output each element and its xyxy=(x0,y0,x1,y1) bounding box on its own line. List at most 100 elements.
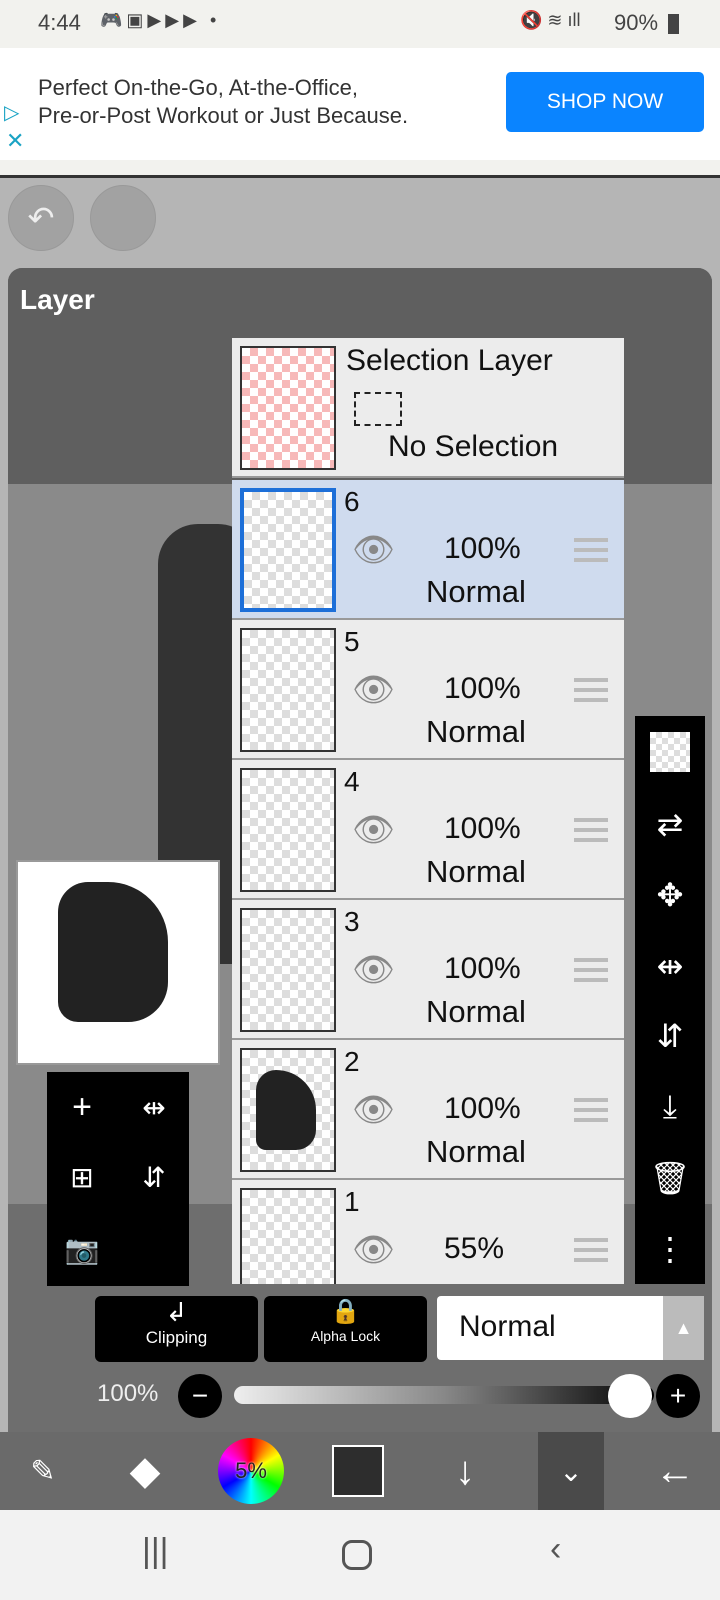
back-arrow-icon[interactable]: ← xyxy=(640,1432,710,1510)
add-layer-icon[interactable]: + xyxy=(47,1072,117,1142)
redo-button[interactable] xyxy=(90,185,156,251)
drag-handle-icon[interactable] xyxy=(574,1238,608,1266)
signal-icons: 🔇 ≋ ıll xyxy=(520,10,581,30)
battery-level: 90% xyxy=(614,10,659,35)
notification-icons: 🎮▣▶▶▶ • xyxy=(100,10,221,30)
collapse-icon[interactable]: ⌄ xyxy=(538,1432,604,1510)
camera-icon[interactable]: 📷 xyxy=(47,1214,117,1284)
layer-blend-mode: Normal xyxy=(426,854,526,889)
move-icon[interactable]: ✥ xyxy=(657,876,684,914)
layer-thumbnail xyxy=(240,488,336,612)
undo-button[interactable]: ↶ xyxy=(8,185,74,251)
blend-mode-select[interactable]: Normal ▲ xyxy=(437,1296,704,1360)
flip-horizontal-icon[interactable]: ⇹ xyxy=(119,1072,189,1142)
visibility-eye-icon[interactable]: 👁 xyxy=(352,670,395,710)
color-wheel-button[interactable]: 5% xyxy=(216,1432,286,1510)
home-icon[interactable] xyxy=(342,1540,372,1570)
drag-handle-icon[interactable] xyxy=(574,1098,608,1126)
opacity-increase-button[interactable]: + xyxy=(656,1374,700,1418)
layer-opacity: 100% xyxy=(444,1092,521,1125)
opacity-slider-handle[interactable] xyxy=(608,1374,652,1418)
drag-handle-icon[interactable] xyxy=(574,678,608,706)
layer-row-6[interactable]: 6 👁 100% Normal xyxy=(232,480,624,620)
visibility-eye-icon[interactable]: 👁 xyxy=(352,530,395,570)
back-icon[interactable]: ‹ xyxy=(550,1530,561,1569)
layer-blend-mode: Normal xyxy=(426,1134,526,1169)
alpha-lock-button[interactable]: 🔒 Alpha Lock xyxy=(264,1296,427,1362)
visibility-eye-icon[interactable]: 👁 xyxy=(352,810,395,850)
visibility-eye-icon[interactable]: 👁 xyxy=(352,950,395,990)
layer-thumbnail xyxy=(240,628,336,752)
layer-blend-mode: Normal xyxy=(426,994,526,1029)
visibility-eye-icon[interactable]: 👁 xyxy=(352,1230,395,1270)
opacity-slider[interactable] xyxy=(234,1386,654,1404)
status-bar: 4:44 🎮▣▶▶▶ • 🔇 ≋ ıll 90% xyxy=(0,0,720,48)
selection-layer-row[interactable]: Selection Layer No Selection xyxy=(232,338,624,478)
down-arrow-icon[interactable]: ↓ xyxy=(430,1432,500,1510)
selection-layer-title: Selection Layer xyxy=(346,344,553,377)
flip-vertical-icon[interactable]: ⇵ xyxy=(119,1142,189,1212)
merge-down-icon[interactable]: ⤓ xyxy=(663,1088,677,1126)
drag-handle-icon[interactable] xyxy=(574,958,608,986)
adchoices-icon[interactable]: ▷ xyxy=(4,100,19,125)
layer-thumbnail xyxy=(240,1188,336,1284)
panel-title: Layer xyxy=(20,284,95,315)
trash-icon[interactable]: 🗑 xyxy=(650,1159,691,1197)
layer-row-1[interactable]: 1 👁 55% xyxy=(232,1180,624,1284)
ad-text-line2: Pre-or-Post Workout or Just Because. xyxy=(38,103,409,128)
layer-blend-mode: Normal xyxy=(426,574,526,609)
layer-blend-mode: Normal xyxy=(426,714,526,749)
transparency-icon[interactable] xyxy=(650,732,690,773)
system-nav-bar: ||| ‹ xyxy=(0,1510,720,1600)
clipping-label: Clipping xyxy=(145,1328,208,1347)
flip-horizontal-icon[interactable]: ⇹ xyxy=(657,947,684,985)
layer-tools-left: + ⇹ ⊞ ⇵ 📷 xyxy=(47,1072,189,1286)
layer-number: 3 xyxy=(344,906,360,937)
preview-artwork xyxy=(58,882,168,1022)
bottom-toolbar: ✎ ◆ 5% ↓ ⌄ ← xyxy=(0,1432,720,1510)
close-ad-icon[interactable]: ✕ xyxy=(6,128,24,154)
clipping-button[interactable]: ↲ Clipping xyxy=(95,1296,258,1362)
drag-handle-icon[interactable] xyxy=(574,538,608,566)
alpha-lock-label: Alpha Lock xyxy=(310,1328,381,1344)
recents-icon[interactable]: ||| xyxy=(142,1532,169,1571)
layer-opacity: 100% xyxy=(444,812,521,845)
divider xyxy=(0,160,720,178)
opacity-value: 100% xyxy=(97,1380,159,1407)
dropdown-arrow-icon[interactable]: ▲ xyxy=(663,1296,704,1360)
layer-number: 6 xyxy=(344,486,360,517)
layer-thumbnail xyxy=(240,768,336,892)
selection-status: No Selection xyxy=(388,430,559,463)
shop-now-button[interactable]: SHOP NOW xyxy=(506,72,704,132)
lock-icon: 🔒 xyxy=(330,1298,361,1325)
layer-row-5[interactable]: 5 👁 100% Normal xyxy=(232,620,624,760)
layer-thumbnail xyxy=(240,908,336,1032)
ad-banner[interactable]: Perfect On-the-Go, At-the-Office, Pre-or… xyxy=(0,48,720,160)
color-percent: 5% xyxy=(218,1438,284,1504)
layer-tools-right: ⇄ ✥ ⇹ ⇵ ⤓ 🗑 ⋮ xyxy=(635,716,705,1284)
layer-row-3[interactable]: 3 👁 100% Normal xyxy=(232,900,624,1040)
tool-switch-icon[interactable]: ✎ xyxy=(8,1432,78,1510)
layer-row-4[interactable]: 4 👁 100% Normal xyxy=(232,760,624,900)
current-color-swatch[interactable] xyxy=(330,1432,386,1510)
clock: 4:44 xyxy=(38,10,81,35)
blend-mode-value: Normal xyxy=(459,1310,556,1343)
layer-number: 1 xyxy=(344,1186,360,1217)
layer-row-2[interactable]: 2 👁 100% Normal xyxy=(232,1040,624,1180)
opacity-decrease-button[interactable]: − xyxy=(178,1374,222,1418)
selection-icon xyxy=(354,392,402,426)
drag-handle-icon[interactable] xyxy=(574,818,608,846)
layer-number: 5 xyxy=(344,626,360,657)
swap-icon[interactable]: ⇄ xyxy=(657,805,684,843)
layer-opacity: 55% xyxy=(444,1232,505,1265)
duplicate-layer-icon[interactable]: ⊞ xyxy=(47,1142,117,1212)
clipping-icon: ↲ xyxy=(165,1297,188,1327)
canvas-preview[interactable] xyxy=(16,860,220,1065)
flip-vertical-icon[interactable]: ⇵ xyxy=(657,1017,684,1055)
battery-icon xyxy=(668,14,679,34)
layer-thumbnail xyxy=(240,1048,336,1172)
selection-thumbnail xyxy=(240,346,336,470)
visibility-eye-icon[interactable]: 👁 xyxy=(352,1090,395,1130)
eraser-icon[interactable]: ◆ xyxy=(110,1432,180,1510)
more-icon[interactable]: ⋮ xyxy=(654,1230,686,1268)
